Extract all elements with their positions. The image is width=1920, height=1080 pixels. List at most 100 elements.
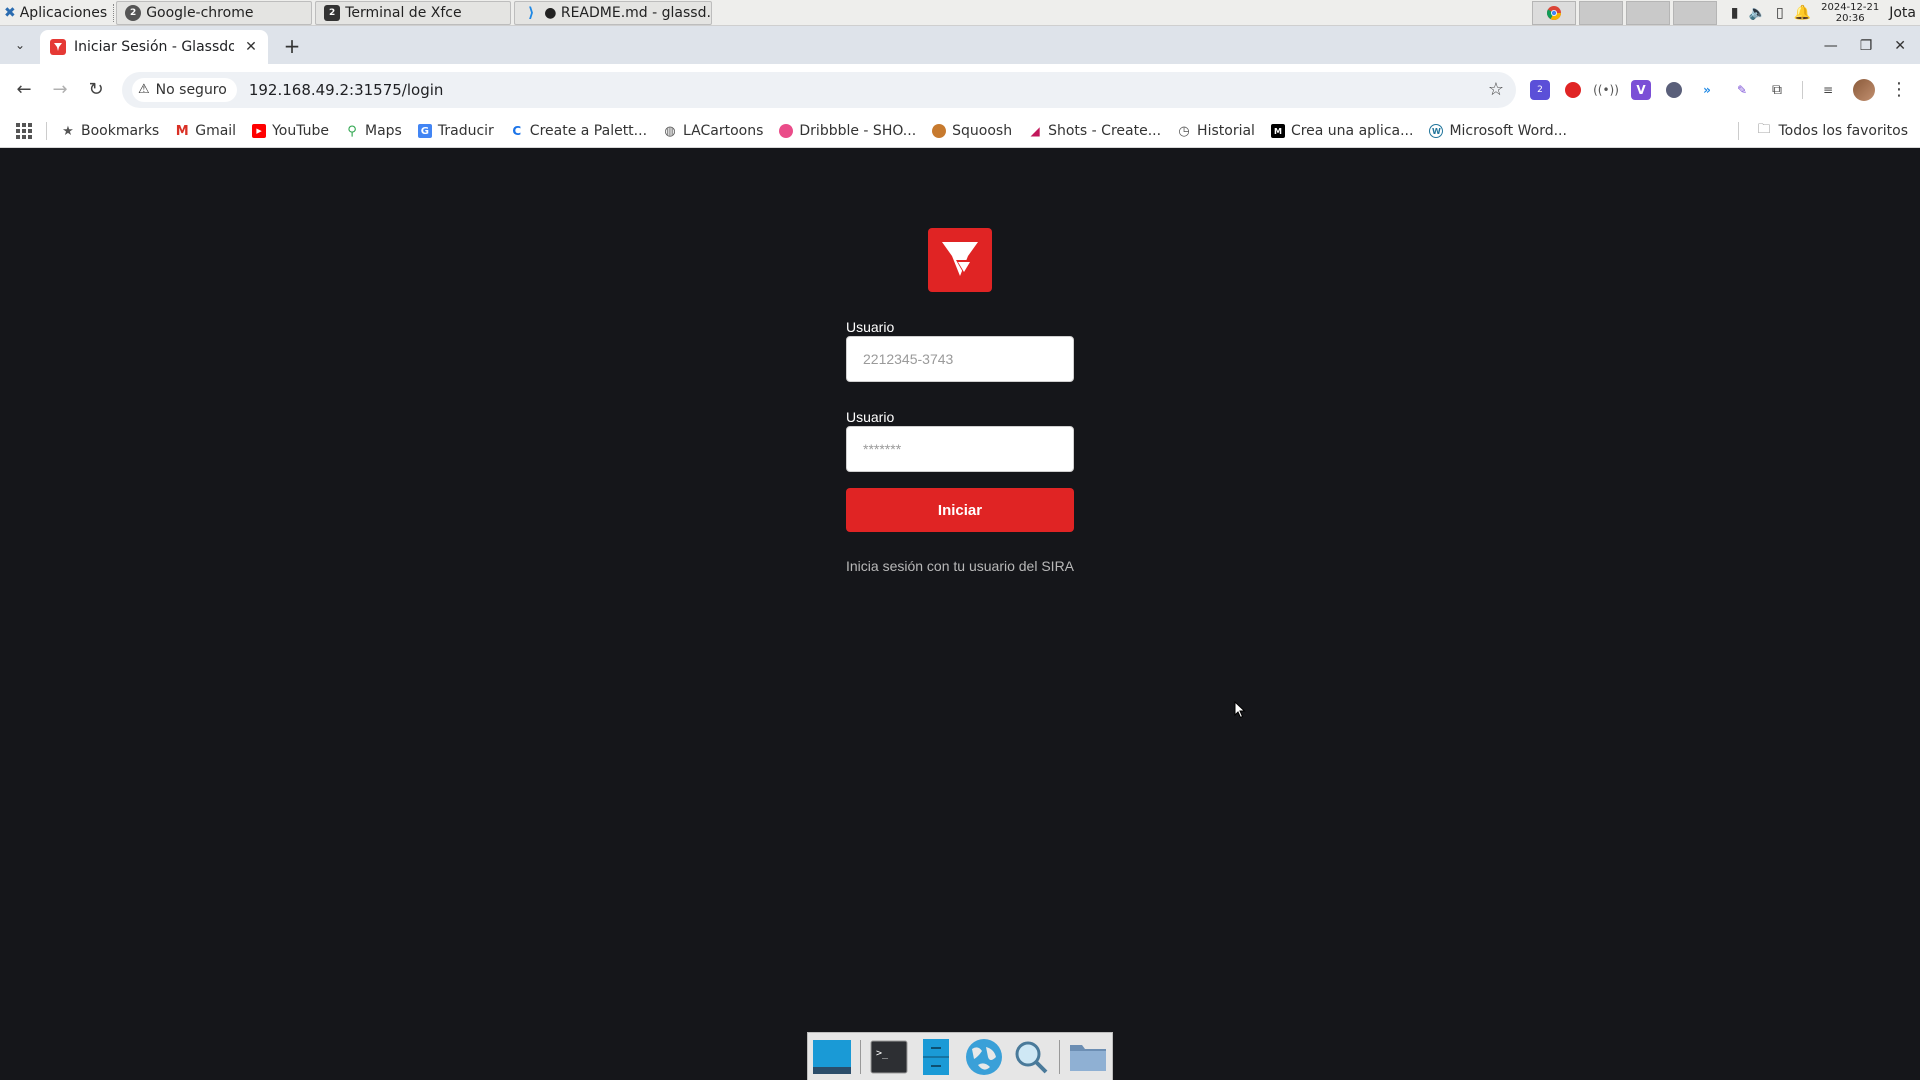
address-bar[interactable]: ⚠ No seguro 192.168.49.2:31575/login ☆ — [122, 71, 1516, 108]
bookmark-lacartoons[interactable]: ◍ LACartoons — [663, 123, 763, 139]
dribbble-icon — [779, 124, 794, 138]
bookmark-youtube[interactable]: ▶ YouTube — [252, 123, 329, 139]
bookmark-label: Dribbble - SHO... — [799, 123, 917, 139]
xfce-top-panel: ✖ Aplicaciones 2 Google-chrome 2 Termina… — [0, 0, 1920, 26]
shots-icon: ◢ — [1030, 124, 1040, 138]
dock-show-desktop[interactable] — [812, 1037, 852, 1077]
login-submit-button[interactable]: Iniciar — [846, 488, 1074, 532]
wifi-extension-icon[interactable]: » — [1697, 80, 1717, 100]
url-text[interactable]: 192.168.49.2:31575/login — [249, 81, 1488, 99]
workspace-4[interactable] — [1672, 0, 1717, 25]
mouse-cursor-icon — [1234, 701, 1246, 719]
notifications-icon[interactable]: 🔔 — [1794, 5, 1811, 21]
bookmark-label: LACartoons — [683, 123, 764, 139]
volume-icon[interactable]: 🔈 — [1749, 5, 1766, 21]
wordpress-icon: W — [1429, 124, 1444, 138]
all-bookmarks[interactable]: 🗀 Todos los favoritos — [1738, 120, 1908, 142]
all-bookmarks-label: Todos los favoritos — [1778, 123, 1909, 139]
bookmark-label: Traducir — [437, 123, 494, 139]
new-tab-button[interactable]: + — [276, 30, 308, 62]
bookmark-coolors[interactable]: C Create a Palett... — [510, 123, 647, 139]
bookmark-label: Historial — [1197, 123, 1255, 139]
taskbar-item-chrome[interactable]: 2 Google-chrome — [116, 0, 313, 25]
extensions-area: 2 ((•)) V » ✎ ⧉ ≡ ⋮ — [1530, 78, 1908, 101]
chrome-icon — [1546, 5, 1561, 20]
tab-active[interactable]: Iniciar Sesión - Glassdoor ✕ — [40, 30, 268, 64]
restore-icon[interactable]: ❐ — [1860, 38, 1873, 54]
password-input[interactable] — [846, 426, 1074, 472]
squoosh-icon — [932, 124, 947, 138]
vue-devtools-icon[interactable]: V — [1631, 79, 1651, 100]
username-input[interactable] — [846, 336, 1074, 382]
globe-icon: ◍ — [664, 123, 676, 139]
profile-avatar[interactable] — [1853, 78, 1875, 101]
bookmark-medium[interactable]: M Crea una aplica... — [1270, 123, 1413, 139]
folder-icon — [1070, 1044, 1106, 1071]
minimize-icon[interactable]: — — [1824, 38, 1838, 54]
bookmark-label: YouTube — [272, 123, 330, 139]
browser-tab-strip: ⌄ Iniciar Sesión - Glassdoor ✕ + — ❐ ✕ — [0, 26, 1920, 64]
more-options-icon[interactable]: ⋮ — [1890, 79, 1908, 100]
forward-button[interactable]: → — [44, 74, 76, 106]
battery-icon[interactable]: ▯ — [1776, 5, 1784, 21]
opera-adblock-icon[interactable] — [1565, 81, 1581, 98]
workspace-1[interactable] — [1531, 0, 1576, 25]
login-form: Usuario Usuario Iniciar Inicia sesión co… — [846, 318, 1074, 574]
translate-icon: G — [417, 124, 432, 138]
clock-time: 20:36 — [1835, 12, 1865, 24]
dock-folder[interactable] — [1068, 1037, 1108, 1077]
bookmark-label: Maps — [365, 123, 402, 139]
history-icon: ◷ — [1178, 123, 1190, 139]
bookmark-wordpress[interactable]: W Microsoft Word... — [1429, 123, 1567, 139]
bookmark-gmail[interactable]: M Gmail — [175, 123, 236, 139]
close-window-icon[interactable]: ✕ — [1894, 38, 1906, 54]
file-cabinet-icon — [923, 1038, 949, 1075]
bookmark-label: Create a Palett... — [529, 123, 648, 139]
terminal-icon: >_ — [870, 1040, 908, 1073]
bookmark-label: Gmail — [195, 123, 237, 139]
maps-icon: ⚲ — [347, 123, 357, 139]
color-picker-icon[interactable]: ✎ — [1732, 80, 1752, 100]
rss-icon[interactable] — [1666, 81, 1682, 98]
media-control-icon[interactable]: ≡ — [1818, 80, 1838, 100]
taskbar-item-label: Google-chrome — [146, 4, 254, 21]
reload-icon: ↻ — [88, 79, 104, 100]
panel-separator — [113, 3, 115, 22]
tab-title: Iniciar Sesión - Glassdoor — [74, 39, 234, 55]
network-icon[interactable]: ▮ — [1731, 5, 1739, 21]
dock-web-browser[interactable] — [964, 1037, 1004, 1077]
broadcast-icon[interactable]: ((•)) — [1593, 80, 1619, 100]
bookmark-historial[interactable]: ◷ Historial — [1177, 123, 1255, 139]
extensions-puzzle-icon[interactable]: ⧉ — [1767, 80, 1787, 100]
bookmark-star-icon[interactable]: ☆ — [1488, 79, 1504, 100]
tab-search-button[interactable]: ⌄ — [6, 29, 34, 61]
bookmark-squoosh[interactable]: Squoosh — [932, 123, 1012, 139]
bookmark-dribbble[interactable]: Dribbble - SHO... — [779, 123, 916, 139]
taskbar-item-label: Terminal de Xfce — [345, 4, 462, 21]
taskbar-item-terminal[interactable]: 2 Terminal de Xfce — [315, 0, 512, 25]
apps-grid-icon[interactable] — [16, 123, 32, 139]
bookmark-maps[interactable]: ⚲ Maps — [345, 123, 402, 139]
workspace-3[interactable] — [1625, 0, 1670, 25]
workspace-switcher[interactable] — [1531, 0, 1717, 25]
password-label: Usuario — [846, 409, 895, 425]
tab-close-icon[interactable]: ✕ — [242, 39, 260, 55]
panel-clock[interactable]: 2024-12-21 20:36 — [1821, 2, 1879, 24]
arrow-right-icon: → — [52, 79, 68, 100]
site-security-chip[interactable]: ⚠ No seguro — [132, 77, 237, 102]
dock-terminal[interactable]: >_ — [869, 1037, 908, 1077]
dock-search[interactable] — [1012, 1037, 1051, 1077]
youtube-icon: ▶ — [252, 124, 267, 138]
reload-button[interactable]: ↻ — [80, 74, 112, 106]
user-menu[interactable]: Jota — [1889, 5, 1916, 21]
back-button[interactable]: ← — [8, 74, 40, 106]
bookmark-traducir[interactable]: G Traducir — [417, 123, 494, 139]
desktop-icon — [813, 1039, 851, 1074]
bookmark-shots[interactable]: ◢ Shots - Create... — [1028, 123, 1161, 139]
workspace-2[interactable] — [1578, 0, 1623, 25]
taskbar-item-vscode[interactable]: ⟩ ● README.md - glassd... — [514, 0, 713, 25]
applications-menu[interactable]: ✖ Aplicaciones — [0, 0, 111, 26]
dock-file-manager[interactable] — [916, 1037, 955, 1077]
extension-badge-icon[interactable]: 2 — [1530, 79, 1550, 100]
bookmark-bookmarks[interactable]: ★ Bookmarks — [61, 123, 159, 139]
